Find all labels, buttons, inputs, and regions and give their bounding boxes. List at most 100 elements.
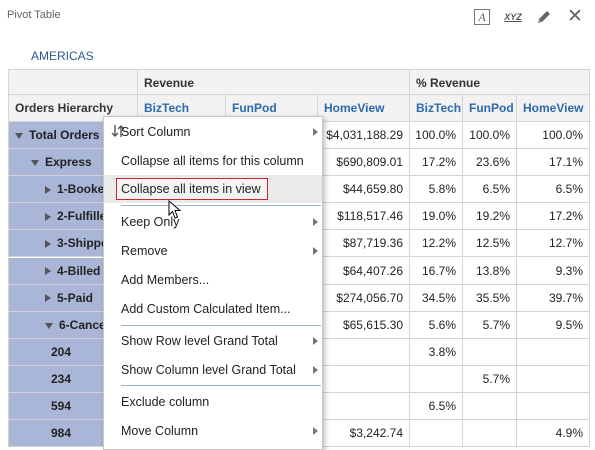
menu-item-remove[interactable]: Remove xyxy=(104,237,322,265)
expand-icon[interactable] xyxy=(45,294,51,303)
data-cell[interactable]: 6.5% xyxy=(463,176,517,204)
menu-item-label: Sort Column xyxy=(121,125,191,139)
data-cell[interactable]: $44,659.80 xyxy=(318,176,410,204)
column-header[interactable]: BizTech xyxy=(410,95,463,122)
pencil-icon[interactable] xyxy=(535,9,553,25)
data-cell[interactable]: $3,242.74 xyxy=(318,420,410,448)
submenu-arrow-icon xyxy=(313,337,318,345)
data-cell[interactable]: 100.0% xyxy=(517,122,590,150)
data-cell[interactable]: $65,615.30 xyxy=(318,311,410,339)
title-bar: Pivot Table A XYZ ✕ xyxy=(0,0,595,34)
data-cell[interactable]: 100.0% xyxy=(410,122,463,150)
expand-icon[interactable] xyxy=(45,213,51,222)
row-label: 594 xyxy=(51,399,72,413)
menu-item-exclude-column[interactable]: Exclude column xyxy=(104,388,322,416)
filter-value[interactable]: AMERICAS xyxy=(31,49,94,63)
menu-item-label: Exclude column xyxy=(121,395,210,409)
menu-item-label: Show Column level Grand Total xyxy=(121,363,296,377)
data-cell[interactable]: 12.5% xyxy=(463,230,517,258)
menu-item-label: Show Row level Grand Total xyxy=(121,334,278,348)
data-cell[interactable]: 5.7% xyxy=(463,365,517,393)
xyz-icon[interactable]: XYZ xyxy=(503,9,523,25)
data-cell[interactable]: $118,517.46 xyxy=(318,203,410,231)
submenu-arrow-icon xyxy=(313,128,318,136)
data-cell[interactable] xyxy=(463,420,517,448)
data-cell[interactable]: 4.9% xyxy=(517,420,590,448)
data-cell[interactable]: 6.5% xyxy=(517,176,590,204)
menu-item-move-column[interactable]: Move Column xyxy=(104,417,322,445)
menu-item-label: Collapse all items in view xyxy=(121,182,261,196)
data-cell[interactable]: 100.0% xyxy=(463,122,517,150)
menu-item-column-grand-total[interactable]: Show Column level Grand Total xyxy=(104,356,322,384)
data-cell[interactable] xyxy=(410,420,463,448)
menu-item-collapse-column[interactable]: Collapse all items for this column xyxy=(104,147,322,175)
pct-revenue-header[interactable]: % Revenue xyxy=(410,69,590,95)
row-label: Express xyxy=(45,155,92,170)
data-cell[interactable]: 17.2% xyxy=(410,149,463,177)
format-text-icon[interactable]: A xyxy=(474,9,490,25)
corner-cell xyxy=(8,69,138,95)
row-label: Total Orders xyxy=(29,128,100,142)
menu-item-keep-only[interactable]: Keep Only xyxy=(104,208,322,236)
data-cell[interactable]: 19.2% xyxy=(463,203,517,231)
data-cell[interactable]: 34.5% xyxy=(410,284,463,312)
data-cell[interactable]: 6.5% xyxy=(410,393,463,421)
data-cell[interactable] xyxy=(517,393,590,421)
data-cell[interactable] xyxy=(517,338,590,366)
data-cell[interactable]: $690,809.01 xyxy=(318,149,410,177)
data-cell[interactable]: $87,719.36 xyxy=(318,230,410,258)
submenu-arrow-icon xyxy=(313,247,318,255)
data-cell[interactable]: 35.5% xyxy=(463,284,517,312)
data-cell[interactable]: 9.3% xyxy=(517,257,590,285)
data-cell[interactable] xyxy=(463,338,517,366)
data-cell[interactable]: 23.6% xyxy=(463,149,517,177)
data-cell[interactable] xyxy=(517,365,590,393)
data-cell[interactable]: 17.1% xyxy=(517,149,590,177)
expand-icon[interactable] xyxy=(45,267,51,276)
column-header[interactable]: FunPod xyxy=(463,95,517,122)
data-cell[interactable]: 5.6% xyxy=(410,311,463,339)
data-cell[interactable]: 5.8% xyxy=(410,176,463,204)
menu-item-add-members[interactable]: Add Members... xyxy=(104,266,322,294)
menu-item-label: Add Members... xyxy=(121,273,210,287)
data-cell[interactable]: $274,056.70 xyxy=(318,284,410,312)
data-cell[interactable]: 3.8% xyxy=(410,338,463,366)
menu-item-label: Move Column xyxy=(121,424,199,438)
data-cell[interactable] xyxy=(318,393,410,421)
close-icon[interactable]: ✕ xyxy=(566,7,584,26)
data-cell[interactable] xyxy=(318,338,410,366)
data-cell[interactable] xyxy=(410,365,463,393)
row-label: 204 xyxy=(51,344,72,359)
column-header[interactable]: HomeView xyxy=(318,95,410,122)
data-cell[interactable]: 12.2% xyxy=(410,230,463,258)
data-cell[interactable]: 16.7% xyxy=(410,257,463,285)
data-cell[interactable]: 39.7% xyxy=(517,284,590,312)
collapse-icon[interactable] xyxy=(45,322,53,329)
row-label: 5-Paid xyxy=(57,290,94,305)
expand-icon[interactable] xyxy=(45,186,51,195)
menu-item-row-grand-total[interactable]: Show Row level Grand Total xyxy=(104,327,322,355)
menu-item-collapse-view[interactable]: Collapse all items in view xyxy=(104,175,322,203)
revenue-header[interactable]: Revenue xyxy=(138,69,410,95)
data-cell[interactable]: $4,031,188.29 xyxy=(318,122,410,150)
menu-separator xyxy=(121,325,321,326)
data-cell[interactable]: 5.7% xyxy=(463,311,517,339)
data-cell[interactable]: 9.5% xyxy=(517,311,590,339)
data-cell[interactable]: 12.7% xyxy=(517,230,590,258)
data-cell[interactable]: 13.8% xyxy=(463,257,517,285)
collapse-icon[interactable] xyxy=(15,132,23,139)
collapse-icon[interactable] xyxy=(31,159,39,166)
data-cell[interactable] xyxy=(318,365,410,393)
data-cell[interactable]: 17.2% xyxy=(517,203,590,231)
submenu-arrow-icon xyxy=(313,366,318,374)
context-menu: Sort Column Collapse all items for this … xyxy=(103,116,323,450)
data-cell[interactable] xyxy=(463,393,517,421)
row-label: 4-Billed xyxy=(57,263,101,278)
data-cell[interactable]: 19.0% xyxy=(410,203,463,231)
data-cell[interactable]: $64,407.26 xyxy=(318,257,410,285)
column-header[interactable]: HomeView xyxy=(517,95,590,122)
menu-item-add-custom-calculated[interactable]: Add Custom Calculated Item... xyxy=(104,295,322,323)
row-label: 234 xyxy=(51,371,72,386)
expand-icon[interactable] xyxy=(45,240,51,249)
menu-item-sort-column[interactable]: Sort Column xyxy=(104,118,322,146)
